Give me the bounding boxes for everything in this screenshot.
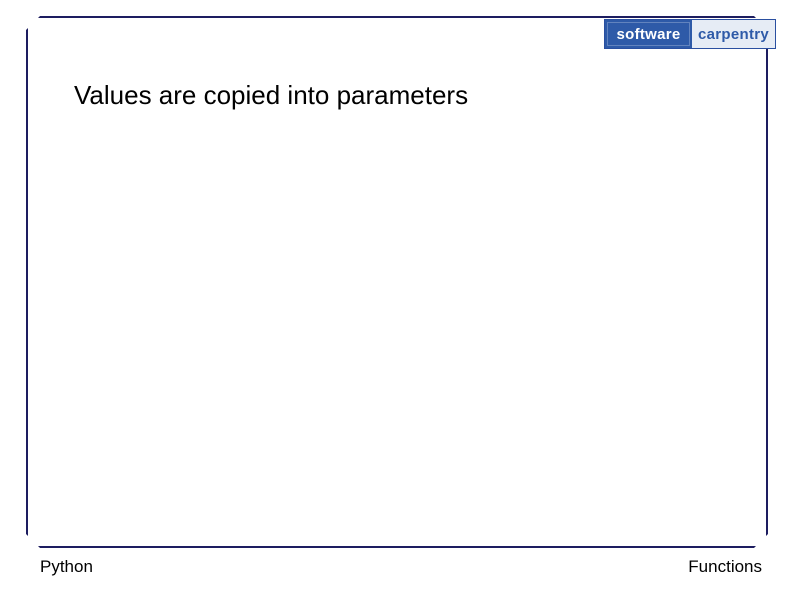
footer-right: Functions [688,557,762,577]
footer-left: Python [40,557,93,577]
logo-right-word: carpentry [692,20,775,48]
slide-heading: Values are copied into parameters [74,80,468,111]
logo-left-word: software [605,20,692,48]
software-carpentry-logo: software carpentry [604,19,776,49]
